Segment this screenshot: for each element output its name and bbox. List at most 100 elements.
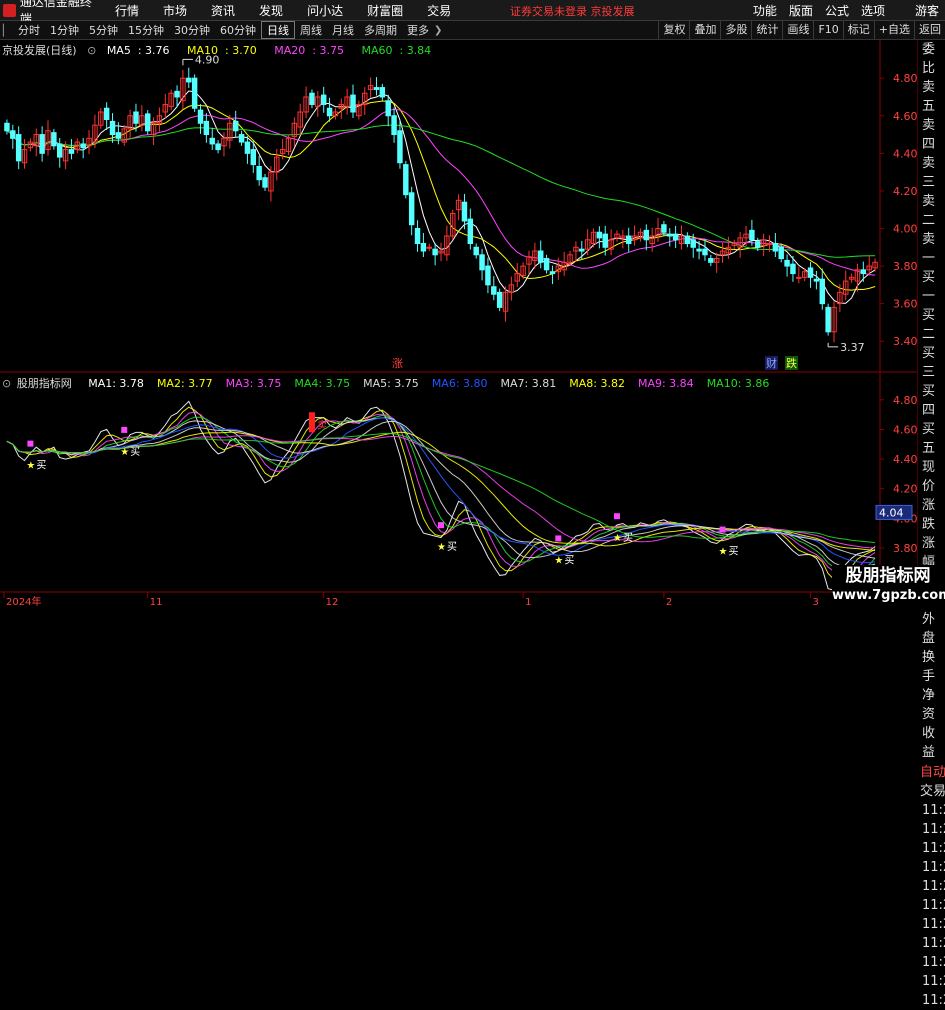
candle-body[interactable] — [144, 113, 151, 132]
candle-body[interactable] — [672, 233, 679, 241]
tab-1min[interactable]: 1分钟 — [45, 22, 84, 38]
menu-trade[interactable]: 交易 — [415, 2, 463, 19]
candle-body[interactable] — [103, 107, 110, 121]
candle-body[interactable] — [690, 239, 696, 248]
candle-body[interactable] — [473, 246, 479, 256]
candle-body[interactable] — [385, 100, 391, 117]
candle-body[interactable] — [408, 192, 415, 226]
candle-body[interactable] — [68, 149, 75, 154]
event-tag-finance[interactable]: 财 — [766, 356, 777, 370]
candle-body[interactable] — [766, 243, 773, 246]
menu-wealth[interactable]: 财富圈 — [355, 2, 415, 19]
candle-body[interactable] — [579, 248, 585, 252]
candle-body[interactable] — [133, 111, 139, 124]
tab-intraday[interactable]: 分时 — [13, 22, 45, 38]
candle-body[interactable] — [749, 229, 755, 241]
candle-body[interactable] — [197, 109, 204, 124]
candle-body[interactable] — [174, 90, 180, 98]
adjust-button[interactable]: 复权 — [658, 21, 689, 39]
candle-body[interactable] — [796, 276, 802, 279]
back-button[interactable]: 返回 — [914, 21, 945, 39]
menu-xiaoda[interactable]: 问小达 — [295, 2, 355, 19]
candle-body[interactable] — [10, 130, 16, 139]
candle-body[interactable] — [625, 235, 632, 245]
menu-guest[interactable]: 游客 — [891, 2, 945, 19]
candlesticks[interactable] — [4, 67, 878, 343]
tab-monthly[interactable]: 月线 — [327, 22, 359, 38]
candle-body[interactable] — [373, 87, 380, 90]
trade-label[interactable]: 交易 — [918, 782, 945, 801]
menu-news[interactable]: 资讯 — [199, 2, 247, 19]
tab-30min[interactable]: 30分钟 — [169, 22, 215, 38]
menu-function[interactable]: 功能 — [747, 2, 783, 19]
candle-body[interactable] — [414, 227, 421, 245]
candle-body[interactable] — [661, 224, 667, 233]
candle-body[interactable] — [772, 243, 779, 252]
kline-chart[interactable]: 4.80 4.60 4.40 4.20 4.00 3.80 3.60 3.40 4.90 3.37… — [0, 40, 917, 609]
candle-body[interactable] — [596, 231, 603, 239]
login-notice[interactable]: 证券交易未登录 京投发展 — [510, 3, 635, 19]
menu-options[interactable]: 选项 — [855, 2, 891, 19]
candle-body[interactable] — [39, 134, 45, 154]
candle-body[interactable] — [667, 233, 673, 237]
candle-body[interactable] — [191, 77, 198, 109]
candle-body[interactable] — [403, 164, 409, 196]
candle-body[interactable] — [209, 137, 215, 145]
candle-body[interactable] — [860, 269, 867, 275]
candle-body[interactable] — [491, 286, 497, 295]
candle-body[interactable] — [784, 259, 790, 267]
candle-body[interactable] — [485, 265, 491, 286]
candle-body[interactable] — [232, 120, 239, 132]
f10-button[interactable]: F10 — [813, 21, 842, 39]
candle-body[interactable] — [262, 177, 268, 188]
candle-body[interactable] — [391, 115, 397, 136]
candle-body[interactable] — [696, 248, 702, 252]
candle-body[interactable] — [807, 267, 814, 278]
candle-body[interactable] — [109, 120, 116, 136]
tab-15min[interactable]: 15分钟 — [123, 22, 169, 38]
candle-body[interactable] — [420, 243, 427, 252]
chevron-right-icon[interactable]: ❯ — [434, 25, 442, 36]
candle-body[interactable] — [708, 258, 714, 263]
candle-body[interactable] — [825, 306, 831, 333]
candle-body[interactable] — [15, 134, 22, 162]
candle-body[interactable] — [819, 278, 826, 305]
draw-button[interactable]: 画线 — [782, 21, 813, 39]
candle-body[interactable] — [702, 248, 708, 256]
tab-60min[interactable]: 60分钟 — [215, 22, 261, 38]
candle-body[interactable] — [186, 77, 192, 83]
tab-weekly[interactable]: 周线 — [295, 22, 327, 38]
candle-body[interactable] — [496, 291, 503, 308]
candle-body[interactable] — [250, 149, 257, 166]
candle-body[interactable] — [256, 165, 262, 181]
tab-multi-period[interactable]: 多周期 — [359, 22, 402, 38]
stats-button[interactable]: 统计 — [751, 21, 782, 39]
tab-5min[interactable]: 5分钟 — [84, 22, 123, 38]
candle-body[interactable] — [537, 250, 544, 263]
candle-body[interactable] — [51, 132, 57, 147]
add-favorite-button[interactable]: +自选 — [873, 21, 914, 39]
candle-body[interactable] — [549, 271, 556, 275]
candle-body[interactable] — [432, 248, 438, 256]
candle-body[interactable] — [80, 143, 86, 149]
tab-daily[interactable]: 日线 — [261, 21, 295, 39]
candle-body[interactable] — [350, 94, 356, 113]
candle-body[interactable] — [426, 246, 432, 249]
candle-body[interactable] — [320, 94, 327, 105]
candle-body[interactable] — [467, 218, 474, 245]
candle-body[interactable] — [643, 229, 650, 241]
menu-quotes[interactable]: 行情 — [103, 2, 151, 19]
candle-body[interactable] — [244, 141, 251, 154]
candle-body[interactable] — [115, 132, 122, 139]
candle-body[interactable] — [4, 122, 10, 132]
candle-body[interactable] — [397, 130, 403, 164]
candle-body[interactable] — [684, 235, 691, 245]
candle-body[interactable] — [778, 246, 784, 260]
menu-market[interactable]: 市场 — [151, 2, 199, 19]
candle-body[interactable] — [215, 143, 221, 151]
candle-body[interactable] — [755, 241, 761, 248]
candle-body[interactable] — [543, 258, 550, 271]
candle-body[interactable] — [602, 233, 608, 248]
candle-body[interactable] — [379, 87, 386, 98]
candle-body[interactable] — [238, 134, 245, 143]
